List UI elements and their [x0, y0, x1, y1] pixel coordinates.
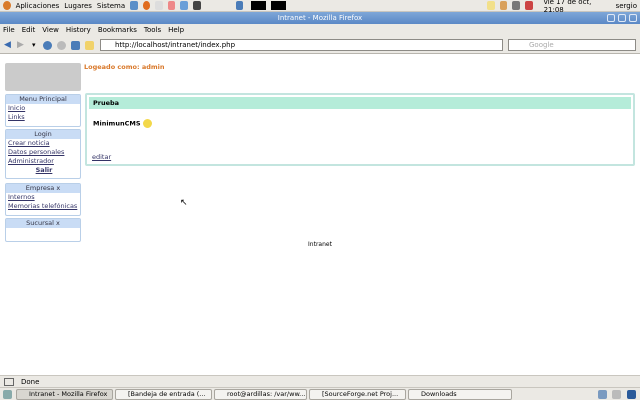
- maximize-button[interactable]: [618, 14, 626, 22]
- url-text: http://localhost/intranet/index.php: [115, 41, 236, 49]
- task-label: root@ardillas: /var/ww...: [227, 390, 306, 398]
- workspace-1[interactable]: [251, 1, 267, 10]
- workspace-switcher-icon[interactable]: [612, 390, 621, 399]
- page-content: Logeado como: admin Menu Principal Inici…: [0, 54, 640, 375]
- task-sourceforge[interactable]: [SourceForge.net Proj...: [309, 389, 406, 400]
- top-panel: Aplicaciones Lugares Sistema vie 17 de o…: [0, 0, 640, 14]
- menu-file[interactable]: File: [3, 24, 15, 36]
- menu-view[interactable]: View: [42, 24, 59, 36]
- empresa-box: Empresa x Internos Memorias telefónicas: [5, 183, 81, 216]
- sucursal-box: Sucursal x: [5, 218, 81, 242]
- stop-icon[interactable]: [57, 41, 66, 50]
- site-logo: [5, 63, 81, 91]
- navigation-toolbar: ◀ ▶ ▾ http://localhost/intranet/index.ph…: [0, 36, 640, 54]
- menubar: File Edit View History Bookmarks Tools H…: [0, 24, 640, 36]
- show-desktop-icon[interactable]: [3, 390, 12, 399]
- box-title: Login: [6, 130, 80, 139]
- task-mail[interactable]: [Bandeja de entrada (...: [115, 389, 212, 400]
- footer-text: Intranet: [308, 241, 332, 248]
- search-placeholder: Google: [529, 41, 554, 49]
- link-salir[interactable]: Salir: [6, 166, 80, 175]
- box-title: Sucursal x: [6, 219, 80, 228]
- status-text: Done: [21, 378, 40, 386]
- status-icon: [4, 378, 14, 386]
- logged-as: Logeado como: admin: [84, 63, 165, 71]
- menu-history[interactable]: History: [66, 24, 91, 36]
- search-input[interactable]: Google: [508, 39, 636, 51]
- task-downloads[interactable]: Downloads: [408, 389, 512, 400]
- panel-body: MinimunCMS: [89, 119, 631, 128]
- link-inicio[interactable]: Inicio: [6, 104, 80, 113]
- launcher-icon[interactable]: [155, 1, 163, 10]
- smiley-icon: [142, 119, 152, 128]
- menu-sistema[interactable]: Sistema: [97, 2, 125, 10]
- edit-link[interactable]: editar: [92, 153, 111, 161]
- taskbar: Intranet - Mozilla Firefox [Bandeja de e…: [0, 387, 640, 400]
- mail-icon[interactable]: [487, 1, 495, 10]
- panel-header: Prueba: [89, 97, 631, 109]
- main-panel: Prueba MinimunCMS editar: [85, 93, 635, 166]
- signal-icon[interactable]: [512, 1, 520, 10]
- login-box: Login Crear noticia Datos personales Adm…: [5, 129, 81, 179]
- back-icon[interactable]: ◀: [4, 41, 11, 50]
- menu-aplicaciones[interactable]: Aplicaciones: [16, 2, 60, 10]
- menu-lugares[interactable]: Lugares: [64, 2, 92, 10]
- menu-edit[interactable]: Edit: [22, 24, 36, 36]
- launcher-icon[interactable]: [130, 1, 138, 10]
- window-titlebar: Intranet - Mozilla Firefox: [0, 12, 640, 24]
- link-datos-personales[interactable]: Datos personales: [6, 148, 80, 157]
- home-icon[interactable]: [71, 41, 80, 50]
- box-title: Menu Principal: [6, 95, 80, 104]
- close-button[interactable]: [629, 14, 637, 22]
- mouse-cursor-icon: ↖: [180, 198, 188, 208]
- volume-muted-icon[interactable]: [525, 1, 533, 10]
- link-internos[interactable]: Internos: [6, 193, 80, 202]
- terminal-launcher-icon[interactable]: [192, 1, 201, 10]
- menu-help[interactable]: Help: [168, 24, 184, 36]
- window-title: Intranet - Mozilla Firefox: [277, 14, 363, 22]
- menu-tools[interactable]: Tools: [144, 24, 161, 36]
- menu-principal-box: Menu Principal Inicio Links: [5, 94, 81, 127]
- user-name[interactable]: sergio: [616, 2, 637, 10]
- menu-bookmarks[interactable]: Bookmarks: [98, 24, 137, 36]
- task-label: Intranet - Mozilla Firefox: [29, 390, 108, 398]
- task-firefox[interactable]: Intranet - Mozilla Firefox: [16, 389, 113, 400]
- link-memorias-telefonicas[interactable]: Memorias telefónicas: [6, 202, 80, 211]
- box-title: Empresa x: [6, 184, 80, 193]
- bookmark-folder-icon[interactable]: [85, 41, 94, 50]
- workspace-icon[interactable]: [235, 1, 244, 10]
- workspace-2[interactable]: [271, 1, 287, 10]
- link-crear-noticia[interactable]: Crear noticia: [6, 139, 80, 148]
- task-label: [SourceForge.net Proj...: [322, 390, 399, 398]
- reload-icon[interactable]: [43, 41, 52, 50]
- workspace-switcher-icon[interactable]: [598, 390, 607, 399]
- history-dropdown-icon[interactable]: ▾: [32, 41, 36, 49]
- launcher-icon[interactable]: [167, 1, 176, 10]
- firefox-launcher-icon[interactable]: [142, 1, 151, 10]
- clipboard-icon[interactable]: [499, 1, 508, 10]
- forward-icon[interactable]: ▶: [17, 41, 24, 50]
- gnome-foot-icon: [3, 1, 11, 10]
- trash-icon[interactable]: [627, 390, 636, 399]
- task-terminal[interactable]: root@ardillas: /var/ww...: [214, 389, 307, 400]
- minimize-button[interactable]: [607, 14, 615, 22]
- task-label: [Bandeja de entrada (...: [128, 390, 206, 398]
- panel-body-text: MinimunCMS: [93, 119, 141, 128]
- link-administrador[interactable]: Administrador: [6, 157, 80, 166]
- url-bar[interactable]: http://localhost/intranet/index.php: [100, 39, 503, 51]
- status-bar: Done: [0, 375, 640, 387]
- launcher-icon[interactable]: [180, 1, 188, 10]
- link-links[interactable]: Links: [6, 113, 80, 122]
- task-label: Downloads: [421, 390, 457, 398]
